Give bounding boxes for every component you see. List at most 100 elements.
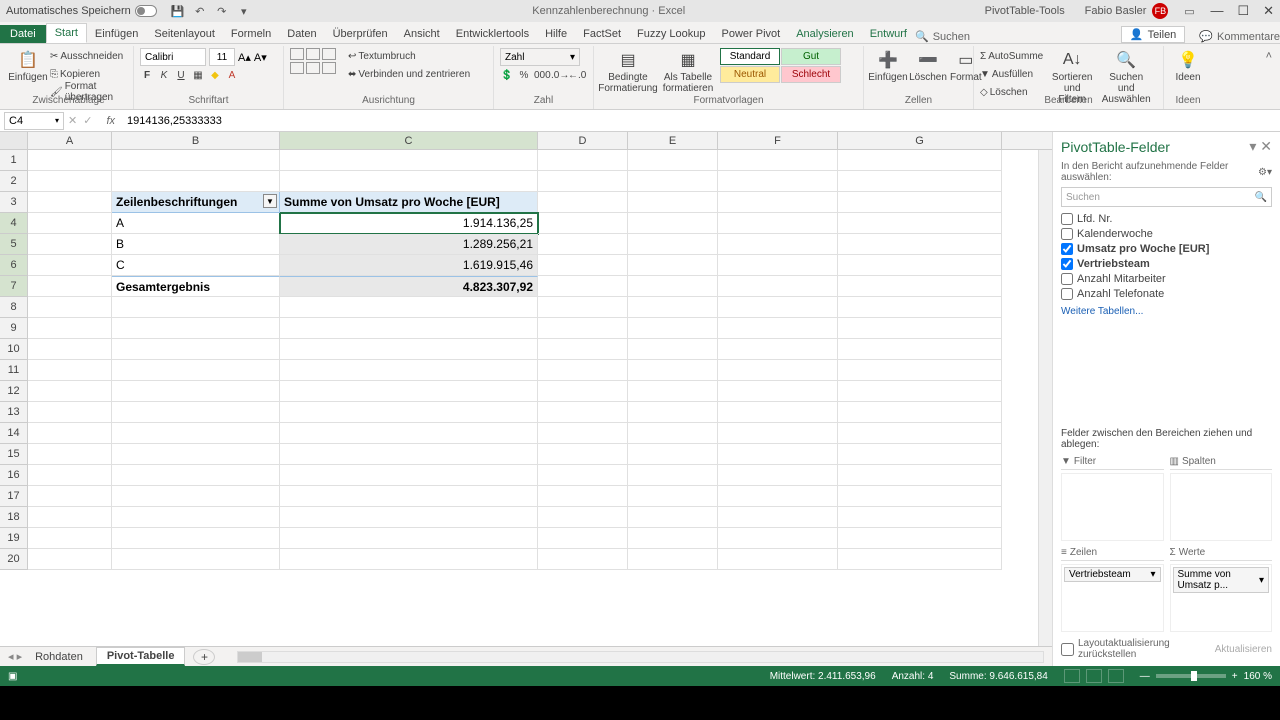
cell[interactable] [280, 381, 538, 402]
more-tables-link[interactable]: Weitere Tabellen... [1061, 306, 1272, 317]
tab-daten[interactable]: Daten [279, 25, 324, 43]
sheet-tab-rohdaten[interactable]: Rohdaten [24, 648, 94, 665]
cell[interactable] [28, 192, 112, 213]
minimize-icon[interactable]: — [1210, 3, 1223, 19]
collapse-ribbon-icon[interactable]: ˄ [1262, 46, 1276, 109]
row-header[interactable]: 13 [0, 402, 28, 423]
cell[interactable] [538, 150, 628, 171]
cell[interactable] [538, 213, 628, 234]
save-icon[interactable]: 💾 [169, 2, 187, 20]
ideas-button[interactable]: 💡Ideen [1170, 48, 1206, 83]
cell[interactable] [28, 171, 112, 192]
ribbon-display-icon[interactable]: ▭ [1180, 2, 1198, 20]
cell[interactable] [538, 465, 628, 486]
tab-factset[interactable]: FactSet [575, 25, 629, 43]
cell[interactable] [28, 255, 112, 276]
cell[interactable] [112, 465, 280, 486]
view-buttons[interactable] [1064, 669, 1124, 683]
cell[interactable] [628, 192, 718, 213]
cell[interactable] [538, 234, 628, 255]
record-macro-icon[interactable]: ▣ [8, 671, 17, 682]
cell[interactable] [538, 549, 628, 570]
font-name-input[interactable] [140, 48, 206, 66]
filter-drop-area[interactable] [1061, 473, 1164, 541]
cell[interactable]: Summe von Umsatz pro Woche [EUR] [280, 192, 538, 213]
autosave-toggle[interactable]: Automatisches Speichern [6, 5, 157, 17]
row-header[interactable]: 16 [0, 465, 28, 486]
cell[interactable] [718, 318, 838, 339]
cell[interactable] [628, 465, 718, 486]
field-checkbox[interactable] [1061, 213, 1073, 225]
cancel-icon[interactable]: ✕ [68, 114, 77, 127]
cell[interactable] [280, 402, 538, 423]
row-header[interactable]: 7 [0, 276, 28, 297]
col-header-f[interactable]: F [718, 132, 838, 149]
cut-button[interactable]: ✂Ausschneiden [50, 48, 127, 64]
cell[interactable] [28, 318, 112, 339]
inc-decimal-icon[interactable]: .0→ [551, 70, 565, 81]
cell[interactable]: Gesamtergebnis [112, 276, 280, 297]
zoom-control[interactable]: — + 160 % [1140, 671, 1272, 682]
number-format-select[interactable]: Zahl▾ [500, 48, 580, 66]
conditional-format-button[interactable]: ▤Bedingte Formatierung [600, 48, 656, 94]
cell[interactable] [538, 402, 628, 423]
sheet-tab-pivot[interactable]: Pivot-Tabelle [96, 647, 186, 666]
currency-icon[interactable]: 💲 [500, 70, 514, 81]
spreadsheet-grid[interactable]: A B C D E F G 123Zeilenbeschriftungen▼Su… [0, 132, 1052, 646]
cell[interactable] [718, 549, 838, 570]
undo-icon[interactable]: ↶ [191, 2, 209, 20]
row-header[interactable]: 6 [0, 255, 28, 276]
tell-me-search[interactable]: 🔍 Suchen [915, 30, 984, 43]
cell[interactable] [628, 444, 718, 465]
comma-icon[interactable]: 000 [534, 70, 548, 81]
italic-button[interactable]: K [157, 70, 171, 81]
row-header[interactable]: 10 [0, 339, 28, 360]
align-buttons[interactable] [290, 48, 336, 74]
cell[interactable] [628, 213, 718, 234]
gear-icon[interactable]: ⚙▾ [1258, 167, 1272, 178]
cell[interactable] [538, 171, 628, 192]
cell[interactable] [280, 507, 538, 528]
style-schlecht[interactable]: Schlecht [781, 66, 841, 83]
increase-font-icon[interactable]: A▴ [238, 51, 251, 64]
redo-icon[interactable]: ↷ [213, 2, 231, 20]
cell[interactable] [838, 234, 1002, 255]
cell[interactable] [628, 318, 718, 339]
cell[interactable] [112, 297, 280, 318]
cell[interactable] [538, 528, 628, 549]
autosum-button[interactable]: ΣAutoSumme [980, 48, 1043, 64]
tab-file[interactable]: Datei [0, 25, 46, 43]
fx-icon[interactable]: fx [106, 115, 115, 127]
cell[interactable] [718, 255, 838, 276]
cell[interactable] [538, 486, 628, 507]
cell[interactable] [280, 297, 538, 318]
cell[interactable] [628, 360, 718, 381]
maximize-icon[interactable]: ☐ [1237, 3, 1249, 19]
tab-entwicklertools[interactable]: Entwicklertools [448, 25, 537, 43]
cell[interactable] [628, 255, 718, 276]
close-icon[interactable]: ✕ [1263, 3, 1274, 19]
field-item[interactable]: Anzahl Mitarbeiter [1061, 273, 1272, 285]
cell[interactable] [838, 423, 1002, 444]
add-sheet-button[interactable]: + [193, 649, 215, 665]
underline-button[interactable]: U [174, 70, 188, 81]
defer-layout-checkbox[interactable] [1061, 643, 1074, 656]
row-header[interactable]: 2 [0, 171, 28, 192]
tab-ueberpruefen[interactable]: Überprüfen [325, 25, 396, 43]
cell[interactable] [718, 150, 838, 171]
col-header-d[interactable]: D [538, 132, 628, 149]
field-checkbox[interactable] [1061, 258, 1073, 270]
cell[interactable]: 4.823.307,92 [280, 276, 538, 297]
tab-seitenlayout[interactable]: Seitenlayout [146, 25, 223, 43]
cell[interactable] [628, 234, 718, 255]
cell[interactable] [538, 360, 628, 381]
tab-entwurf[interactable]: Entwurf [862, 25, 915, 43]
cell[interactable]: C [112, 255, 280, 276]
cell[interactable] [718, 192, 838, 213]
cell[interactable] [28, 234, 112, 255]
cell[interactable] [112, 549, 280, 570]
user-account[interactable]: Fabio Basler FB [1085, 3, 1169, 19]
cell[interactable] [280, 465, 538, 486]
cell[interactable] [112, 507, 280, 528]
cell[interactable] [838, 486, 1002, 507]
